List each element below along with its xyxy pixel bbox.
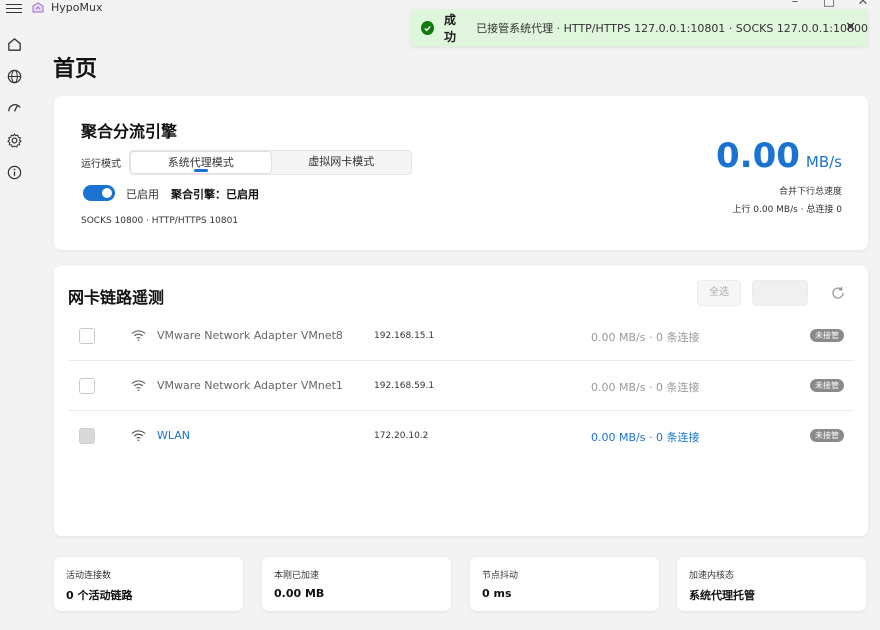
nic-stat: 0.00 MB/s · 0 条连接 bbox=[591, 331, 700, 344]
blurred-button[interactable] bbox=[752, 280, 808, 306]
nic-name: VMware Network Adapter VMnet8 bbox=[157, 329, 343, 342]
mode-selector: 系统代理模式 虚拟网卡模式 bbox=[129, 150, 412, 175]
select-all-button[interactable]: 全选 bbox=[697, 280, 741, 306]
stat-card-kernel: 加速内核态 系统代理托管 bbox=[677, 557, 866, 611]
refresh-icon[interactable] bbox=[830, 285, 846, 301]
nic-card: 网卡链路遥测 全选 VMware Network Adapter VMnet8 … bbox=[54, 266, 868, 536]
status-badge: 未接管 bbox=[810, 379, 844, 392]
app-title: HypoMux bbox=[51, 1, 103, 14]
nav-item-about[interactable] bbox=[0, 156, 28, 188]
stat-label: 节点抖动 bbox=[482, 571, 519, 581]
hamburger-menu-icon[interactable] bbox=[6, 1, 22, 15]
mode-label: 运行模式 bbox=[81, 159, 121, 170]
engine-card: 聚合分流引擎 运行模式 系统代理模式 虚拟网卡模式 已启用 聚合引擎：已启用 S… bbox=[54, 96, 868, 250]
nic-ip: 172.20.10.2 bbox=[374, 431, 429, 441]
nic-name: VMware Network Adapter VMnet1 bbox=[157, 379, 343, 392]
nic-checkbox[interactable] bbox=[79, 378, 95, 394]
checkmark-circle-icon bbox=[421, 21, 434, 35]
engine-title: 聚合分流引擎 bbox=[81, 122, 178, 141]
nic-checkbox[interactable] bbox=[79, 428, 95, 444]
nav-item-speed[interactable] bbox=[0, 92, 28, 124]
globe-icon bbox=[7, 69, 21, 83]
toast-message: 已接管系统代理 · HTTP/HTTPS 127.0.0.1:10801 · S… bbox=[476, 22, 868, 35]
nic-row[interactable]: WLAN 172.20.10.2 0.00 MB/s · 0 条连接 未接管 bbox=[68, 411, 854, 461]
nic-row[interactable]: VMware Network Adapter VMnet8 192.168.15… bbox=[68, 311, 854, 361]
speed-display: 0.00 MB/s bbox=[716, 136, 842, 176]
speed-gauge-icon bbox=[7, 103, 21, 112]
nic-ip: 192.168.15.1 bbox=[374, 331, 435, 341]
mode-system-proxy[interactable]: 系统代理模式 bbox=[130, 151, 272, 174]
stat-label: 加速内核态 bbox=[689, 571, 735, 581]
stat-card-connections: 活动连接数 0 个活动链路 bbox=[54, 557, 243, 611]
app-logo-icon bbox=[32, 2, 44, 13]
toast-title: 成功 bbox=[443, 13, 456, 44]
toggle-label: 已启用 bbox=[126, 188, 159, 201]
nic-stat: 0.00 MB/s · 0 条连接 bbox=[591, 431, 700, 444]
speed-caption: 合并下行总速度 bbox=[778, 187, 842, 197]
nic-checkbox[interactable] bbox=[79, 328, 95, 344]
status-badge: 未接管 bbox=[810, 329, 844, 342]
info-icon bbox=[7, 165, 21, 179]
stat-value: 0.00 MB bbox=[274, 587, 325, 600]
nic-stat: 0.00 MB/s · 0 条连接 bbox=[591, 381, 700, 394]
close-icon[interactable]: ✕ bbox=[845, 20, 856, 35]
wifi-icon bbox=[131, 430, 146, 442]
engine-status: 聚合引擎：已启用 bbox=[171, 188, 259, 201]
nic-name: WLAN bbox=[157, 429, 191, 442]
wifi-icon bbox=[131, 380, 146, 392]
nav-rail bbox=[0, 28, 28, 188]
status-badge: 未接管 bbox=[810, 429, 844, 442]
nic-row[interactable]: VMware Network Adapter VMnet1 192.168.59… bbox=[68, 361, 854, 411]
gear-icon bbox=[6, 132, 22, 148]
stat-label: 活动连接数 bbox=[66, 571, 112, 581]
speed-unit: MB/s bbox=[805, 153, 842, 171]
mode-virtual-nic[interactable]: 虚拟网卡模式 bbox=[272, 151, 412, 174]
page-title: 首页 bbox=[53, 57, 98, 82]
nic-title: 网卡链路遥测 bbox=[68, 288, 165, 307]
nic-ip: 192.168.59.1 bbox=[374, 381, 435, 391]
stat-value: 0 ms bbox=[482, 587, 512, 600]
success-toast: 成功 已接管系统代理 · HTTP/HTTPS 127.0.0.1:10801 … bbox=[410, 9, 868, 47]
speed-subline: 上行 0.00 MB/s · 总连接 0 bbox=[732, 205, 842, 215]
nav-item-network[interactable] bbox=[0, 60, 28, 92]
wifi-icon bbox=[131, 330, 146, 342]
stat-card-accelerated: 本刚已加速 0.00 MB bbox=[262, 557, 451, 611]
nav-item-settings[interactable] bbox=[0, 124, 28, 156]
stat-label: 本刚已加速 bbox=[274, 571, 320, 581]
engine-toggle[interactable] bbox=[83, 185, 115, 201]
stat-value: 0 个活动链路 bbox=[66, 589, 133, 602]
stat-value: 系统代理托管 bbox=[689, 589, 755, 602]
nav-item-home[interactable] bbox=[0, 28, 28, 60]
stat-card-jitter: 节点抖动 0 ms bbox=[470, 557, 659, 611]
home-icon bbox=[7, 37, 21, 51]
port-info: SOCKS 10800 · HTTP/HTTPS 10801 bbox=[81, 216, 239, 226]
speed-value: 0.00 bbox=[716, 136, 800, 176]
